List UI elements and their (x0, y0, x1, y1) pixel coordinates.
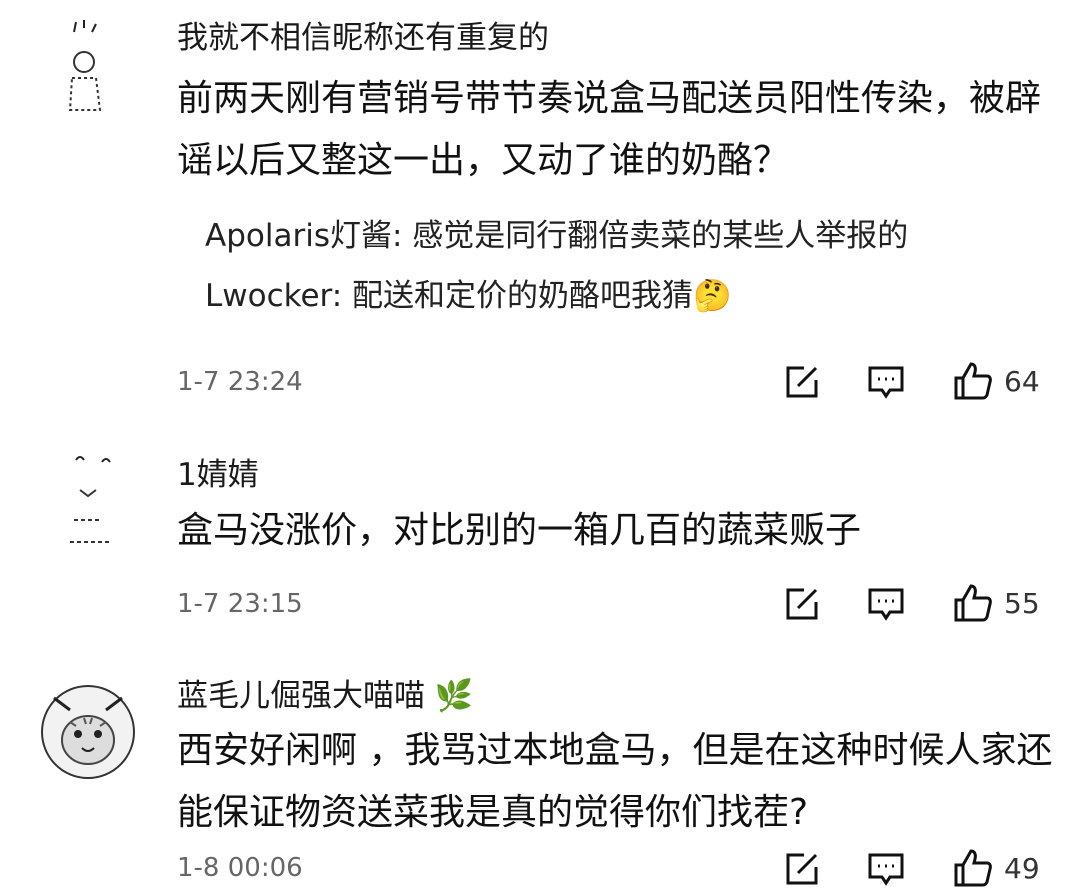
reply-button[interactable] (866, 849, 906, 889)
cat-avatar-icon (41, 685, 135, 779)
thumbs-up-icon (954, 849, 992, 887)
like-button[interactable] (952, 847, 992, 887)
like-count: 49 (1004, 852, 1040, 885)
edit-share-button[interactable] (782, 849, 822, 889)
avatar[interactable] (40, 676, 136, 779)
comment-body: 西安好闲啊 ，我骂过本地盒马，但是在这种时候人家还能保证物资送菜我是真的觉得你们… (177, 730, 1053, 833)
comment-username[interactable]: 蓝毛儿倔强大喵喵 🌿 (177, 676, 473, 716)
comment-icon (868, 853, 904, 886)
comment-item: 蓝毛儿倔强大喵喵 🌿 西安好闲啊 ，我骂过本地盒马，但是在这种时候人家还能保证物… (0, 0, 1080, 894)
share-edit-icon (786, 853, 818, 885)
comment-timestamp: 1-8 00:06 (177, 853, 303, 883)
